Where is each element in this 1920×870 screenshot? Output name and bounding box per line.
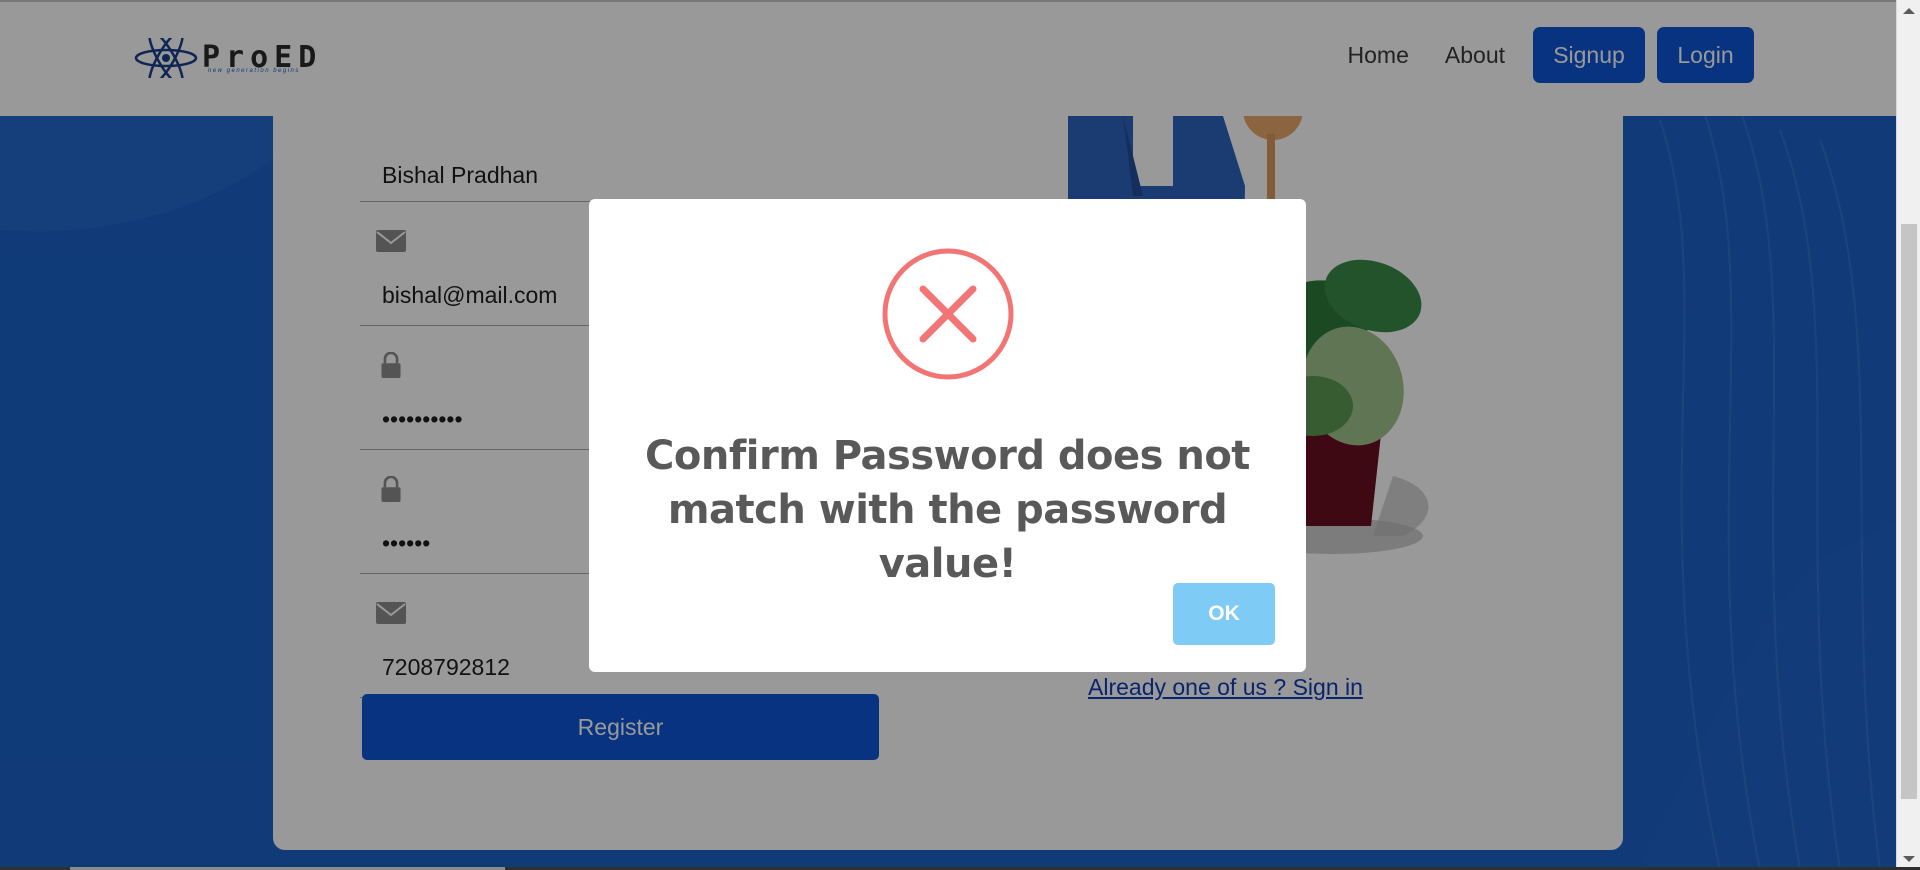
dialog-message: Confirm Password does not match with the…: [645, 433, 1250, 587]
scroll-down-arrow-icon[interactable]: [1903, 856, 1915, 862]
ok-button[interactable]: OK: [1173, 583, 1275, 645]
vertical-scrollbar[interactable]: [1896, 0, 1920, 870]
error-dialog: Confirm Password does not match with the…: [589, 199, 1306, 672]
scroll-up-arrow-icon[interactable]: [1903, 8, 1915, 14]
error-x-icon: [882, 248, 1014, 380]
scroll-thumb[interactable]: [1901, 224, 1917, 799]
